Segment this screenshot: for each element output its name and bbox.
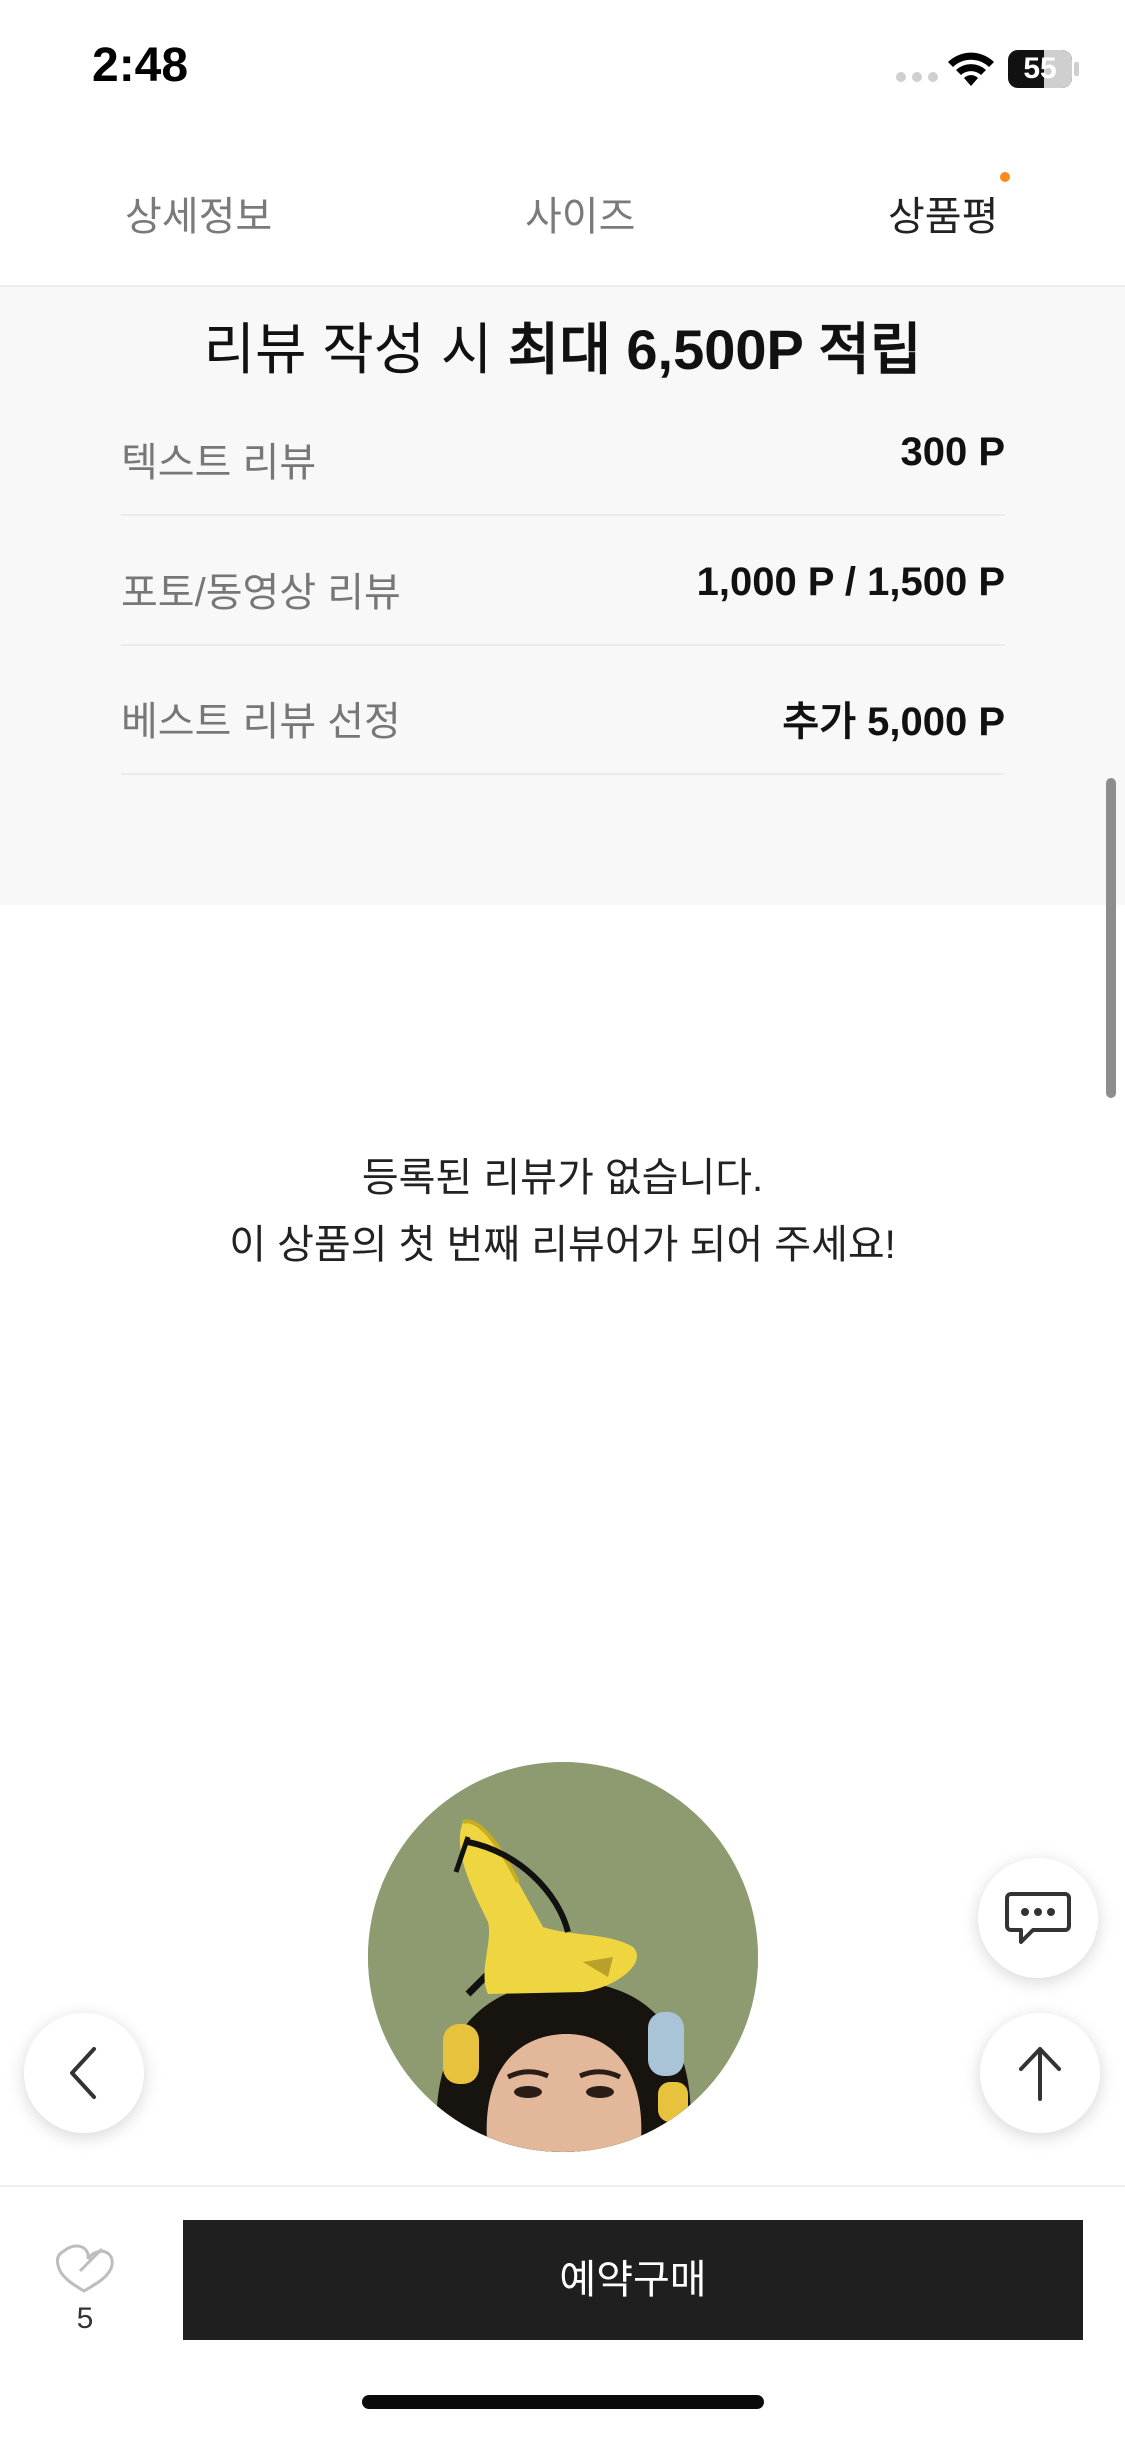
chat-bubble-icon <box>1005 1892 1071 1944</box>
new-indicator-dot <box>1000 172 1010 182</box>
reward-row-best: 베스트 리뷰 선정 추가 5,000 P <box>121 645 1005 775</box>
tab-reviews[interactable]: 상품평 <box>888 184 998 242</box>
arrow-up-icon <box>1019 2047 1061 2101</box>
tab-size[interactable]: 사이즈 <box>525 184 635 242</box>
reward-row-label: 포토/동영상 리뷰 <box>121 571 401 615</box>
reward-title-prefix: 리뷰 작성 시 <box>203 318 493 381</box>
reward-row-value: 추가 5,000 P <box>782 700 1005 744</box>
wifi-icon <box>948 52 994 86</box>
product-tabs: 상세정보 사이즈 상품평 <box>0 140 1125 287</box>
battery-icon: 55 <box>1008 50 1080 88</box>
empty-review-subtext: 이 상품의 첫 번째 리뷰어가 되어 주세요! <box>229 1223 896 1267</box>
like-count: 5 <box>76 2302 94 2335</box>
reward-title: 리뷰 작성 시 최대 6,500P 적립 <box>0 305 1125 386</box>
reward-row-label: 텍스트 리뷰 <box>121 441 317 485</box>
cellular-signal-icon <box>896 72 938 82</box>
model-with-shoe-illustration <box>368 1762 758 2152</box>
scroll-top-button[interactable] <box>980 2013 1100 2133</box>
reserve-purchase-button[interactable]: 예약구매 <box>183 2220 1083 2340</box>
reward-row-photo: 포토/동영상 리뷰 1,000 P / 1,500 P <box>121 516 1005 646</box>
chevron-left-icon <box>70 2047 96 2099</box>
home-indicator <box>362 2395 764 2409</box>
promo-video-thumbnail[interactable] <box>368 1762 758 2152</box>
scrollbar[interactable] <box>1106 778 1116 1098</box>
reward-row-text: 텍스트 리뷰 300 P <box>121 386 1005 516</box>
status-bar: 2:48 55 <box>0 0 1125 140</box>
tab-details[interactable]: 상세정보 <box>125 184 272 242</box>
battery-level: 55 <box>1023 52 1057 85</box>
chat-button[interactable] <box>978 1858 1098 1978</box>
empty-review-message: 등록된 리뷰가 없습니다. <box>361 1156 764 1200</box>
like-button[interactable] <box>50 2237 122 2297</box>
review-reward-section: 리뷰 작성 시 최대 6,500P 적립 텍스트 리뷰 300 P 포토/동영상… <box>0 287 1125 905</box>
reward-row-value: 300 P <box>900 430 1005 474</box>
back-button[interactable] <box>24 2013 144 2133</box>
reward-row-value: 1,000 P / 1,500 P <box>696 560 1005 604</box>
status-time: 2:48 <box>92 39 189 92</box>
reward-title-emphasis: 최대 6,500P 적립 <box>507 318 922 381</box>
reward-row-label: 베스트 리뷰 선정 <box>121 700 401 744</box>
